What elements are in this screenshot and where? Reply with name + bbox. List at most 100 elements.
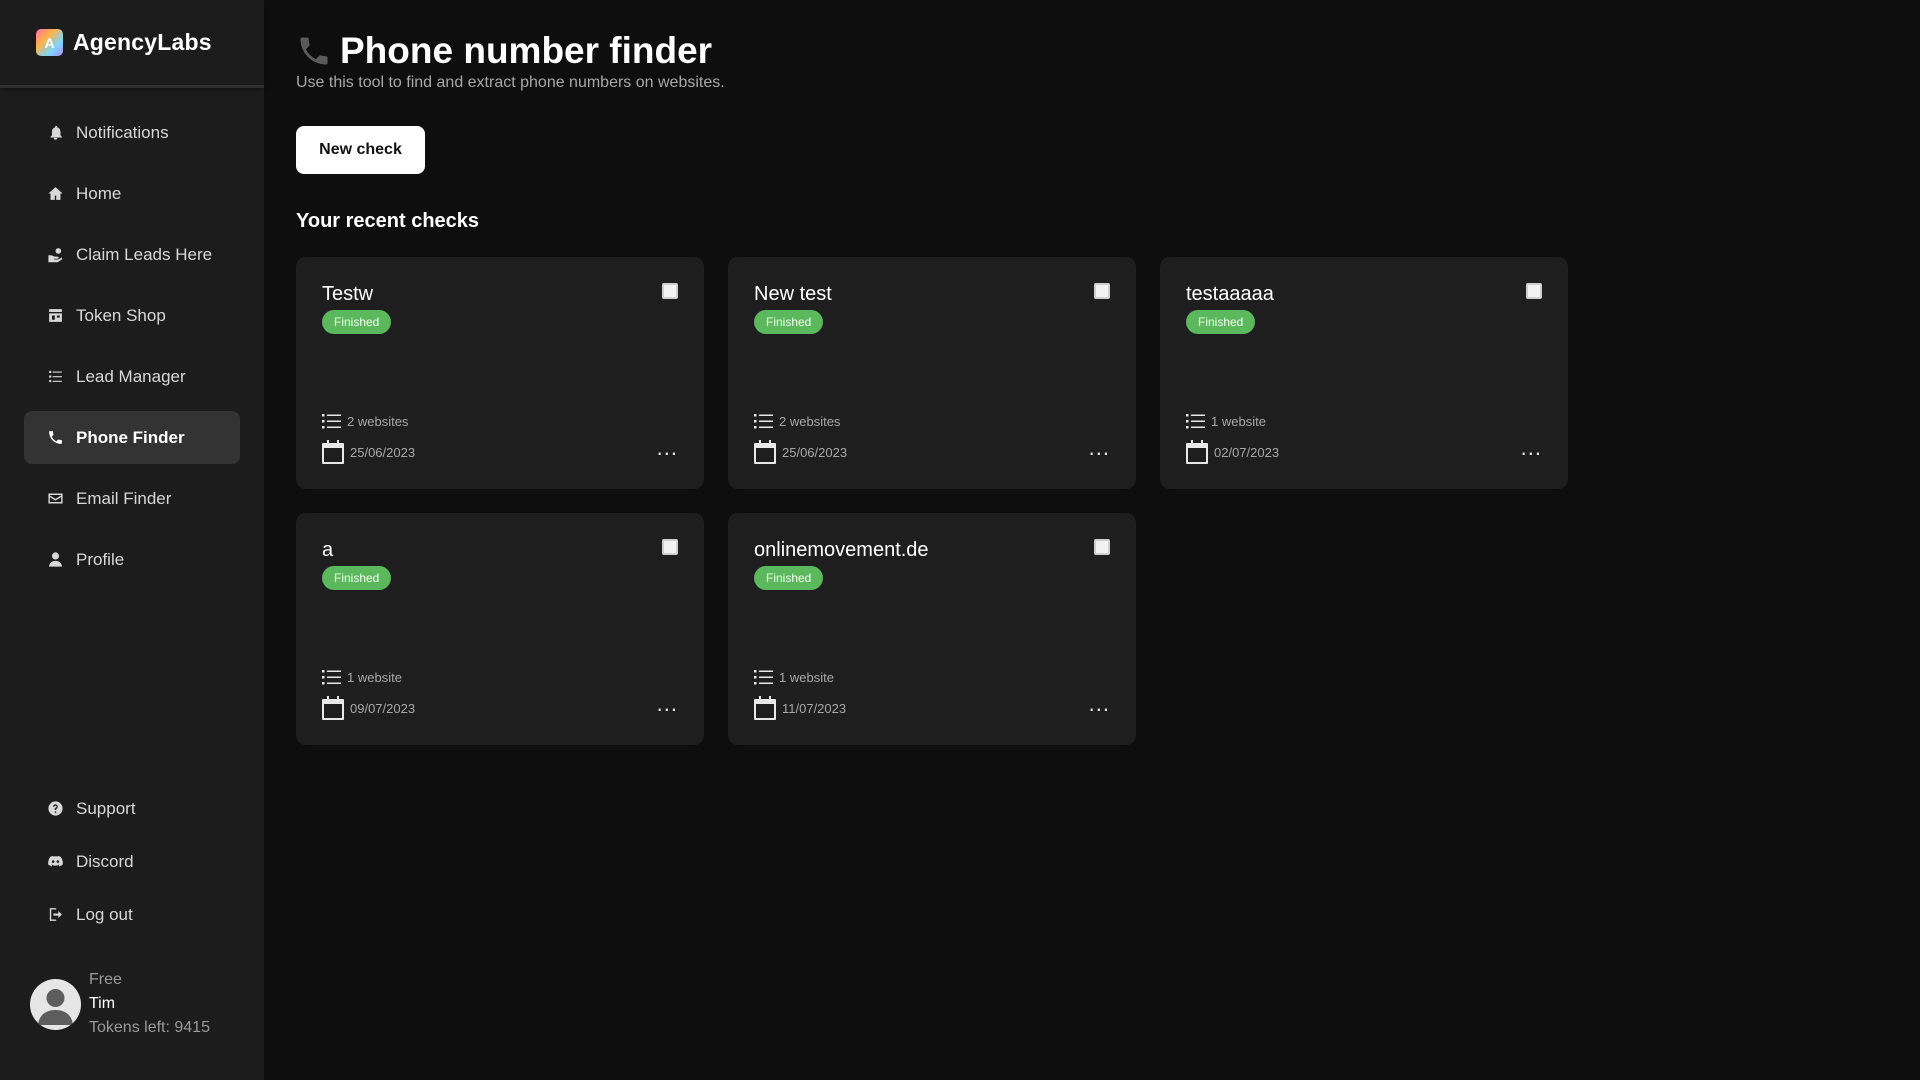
more-options-icon[interactable]: ... — [1089, 693, 1110, 715]
date-label: 25/06/2023 — [782, 444, 848, 460]
date-label: 25/06/2023 — [350, 444, 416, 460]
websites-count: 1 website — [1186, 414, 1266, 429]
sidebar-item-claim-leads[interactable]: Claim Leads Here — [24, 228, 240, 281]
check-card[interactable]: a Finished 1 website 09/07/2023 ... — [296, 513, 704, 745]
check-date: 02/07/2023 — [1186, 440, 1279, 464]
check-card[interactable]: onlinemovement.de Finished 1 website 11/… — [728, 513, 1136, 745]
sidebar-item-discord[interactable]: Discord — [24, 839, 240, 884]
calendar-icon — [754, 696, 776, 720]
select-checkbox[interactable] — [1094, 539, 1110, 555]
check-title: testaaaaa — [1186, 283, 1274, 305]
check-date: 11/07/2023 — [754, 696, 846, 720]
check-date: 25/06/2023 — [754, 440, 847, 464]
hand-coin-icon — [46, 246, 64, 264]
store-icon — [46, 307, 64, 325]
check-card[interactable]: Testw Finished 2 websites 25/06/2023 ... — [296, 257, 704, 489]
sidebar-item-label: Token Shop — [76, 305, 166, 325]
sidebar-item-email-finder[interactable]: Email Finder — [24, 472, 240, 525]
websites-count: 2 websites — [754, 414, 840, 429]
check-date: 25/06/2023 — [322, 440, 415, 464]
select-checkbox[interactable] — [662, 283, 678, 299]
sidebar-item-label: Claim Leads Here — [76, 244, 213, 264]
date-label: 09/07/2023 — [350, 700, 416, 716]
sidebar-item-phone-finder[interactable]: Phone Finder — [24, 411, 240, 464]
select-checkbox[interactable] — [1094, 283, 1110, 299]
status-badge: Finished — [754, 310, 824, 334]
calendar-icon — [1186, 440, 1208, 464]
status-badge: Finished — [322, 310, 392, 334]
more-options-icon[interactable]: ... — [1089, 437, 1110, 459]
sidebar-item-label: Support — [76, 798, 136, 818]
status-badge: Finished — [322, 566, 392, 590]
status-badge: Finished — [754, 566, 824, 590]
list-icon — [322, 670, 341, 685]
mail-icon — [46, 490, 64, 508]
more-options-icon[interactable]: ... — [1521, 437, 1542, 459]
user-info: Free Tim Tokens left: 9415 — [89, 968, 210, 1040]
user-plan: Free — [89, 971, 122, 988]
check-card[interactable]: New test Finished 2 websites 25/06/2023 … — [728, 257, 1136, 489]
list-icon — [1186, 414, 1205, 429]
user-card[interactable]: Free Tim Tokens left: 9415 — [30, 968, 210, 1040]
sidebar-item-home[interactable]: Home — [24, 167, 240, 220]
status-badge: Finished — [1186, 310, 1256, 334]
sidebar-item-label: Notifications — [76, 122, 169, 142]
page-title: Phone number finder — [340, 30, 713, 71]
logout-icon — [46, 906, 64, 924]
websites-label: 2 websites — [779, 414, 841, 429]
discord-icon — [46, 853, 64, 871]
sidebar-item-label: Profile — [76, 549, 125, 569]
new-check-button[interactable]: New check — [296, 126, 425, 174]
avatar — [30, 978, 81, 1030]
phone-icon — [46, 429, 64, 447]
check-title: a — [322, 539, 334, 561]
calendar-icon — [322, 440, 344, 464]
sidebar-item-support[interactable]: Support — [24, 786, 240, 831]
bell-icon — [46, 124, 64, 142]
sidebar-item-label: Phone Finder — [76, 427, 185, 447]
sidebar-item-lead-manager[interactable]: Lead Manager — [24, 350, 240, 403]
more-options-icon[interactable]: ... — [657, 693, 678, 715]
checks-grid: Testw Finished 2 websites 25/06/2023 ...… — [296, 257, 1920, 745]
brand-name: AgencyLabs — [73, 29, 212, 55]
check-card[interactable]: testaaaaa Finished 1 website 02/07/2023 … — [1160, 257, 1568, 489]
select-checkbox[interactable] — [662, 539, 678, 555]
list-icon — [46, 368, 64, 386]
websites-label: 1 website — [779, 670, 834, 685]
sidebar-item-logout[interactable]: Log out — [24, 892, 240, 937]
more-options-icon[interactable]: ... — [657, 437, 678, 459]
sidebar-item-label: Home — [76, 183, 122, 203]
brand[interactable]: A AgencyLabs — [0, 0, 264, 88]
calendar-icon — [754, 440, 776, 464]
date-label: 11/07/2023 — [782, 700, 847, 716]
sidebar-bottom-nav: Support Discord Log out — [24, 786, 240, 945]
question-icon — [46, 800, 64, 818]
sidebar-item-label: Email Finder — [76, 488, 172, 508]
select-checkbox[interactable] — [1526, 283, 1542, 299]
page-subtitle: Use this tool to find and extract phone … — [296, 74, 725, 91]
sidebar-item-notifications[interactable]: Notifications — [24, 106, 240, 159]
websites-count: 2 websites — [322, 414, 408, 429]
sidebar-item-token-shop[interactable]: Token Shop — [24, 289, 240, 342]
date-label: 02/07/2023 — [1214, 444, 1280, 460]
page-header: Phone number finder — [296, 30, 1920, 72]
sidebar-item-label: Discord — [76, 851, 134, 871]
check-date: 09/07/2023 — [322, 696, 415, 720]
websites-label: 2 websites — [347, 414, 409, 429]
list-icon — [754, 414, 773, 429]
sidebar-nav: Notifications Home Claim Leads Here Toke… — [0, 88, 264, 594]
websites-label: 1 website — [347, 670, 402, 685]
check-title: Testw — [322, 283, 374, 305]
websites-count: 1 website — [754, 670, 834, 685]
user-icon — [46, 551, 64, 569]
recent-checks-heading: Your recent checks — [296, 210, 480, 232]
main-content: Phone number finder Use this tool to fin… — [264, 0, 1920, 1080]
phone-icon — [296, 33, 332, 69]
sidebar-item-label: Log out — [76, 904, 133, 924]
user-name: Tim — [89, 995, 116, 1012]
websites-label: 1 website — [1211, 414, 1266, 429]
user-tokens: Tokens left: 9415 — [89, 1019, 210, 1036]
home-icon — [46, 185, 64, 203]
sidebar-item-profile[interactable]: Profile — [24, 533, 240, 586]
calendar-icon — [322, 696, 344, 720]
